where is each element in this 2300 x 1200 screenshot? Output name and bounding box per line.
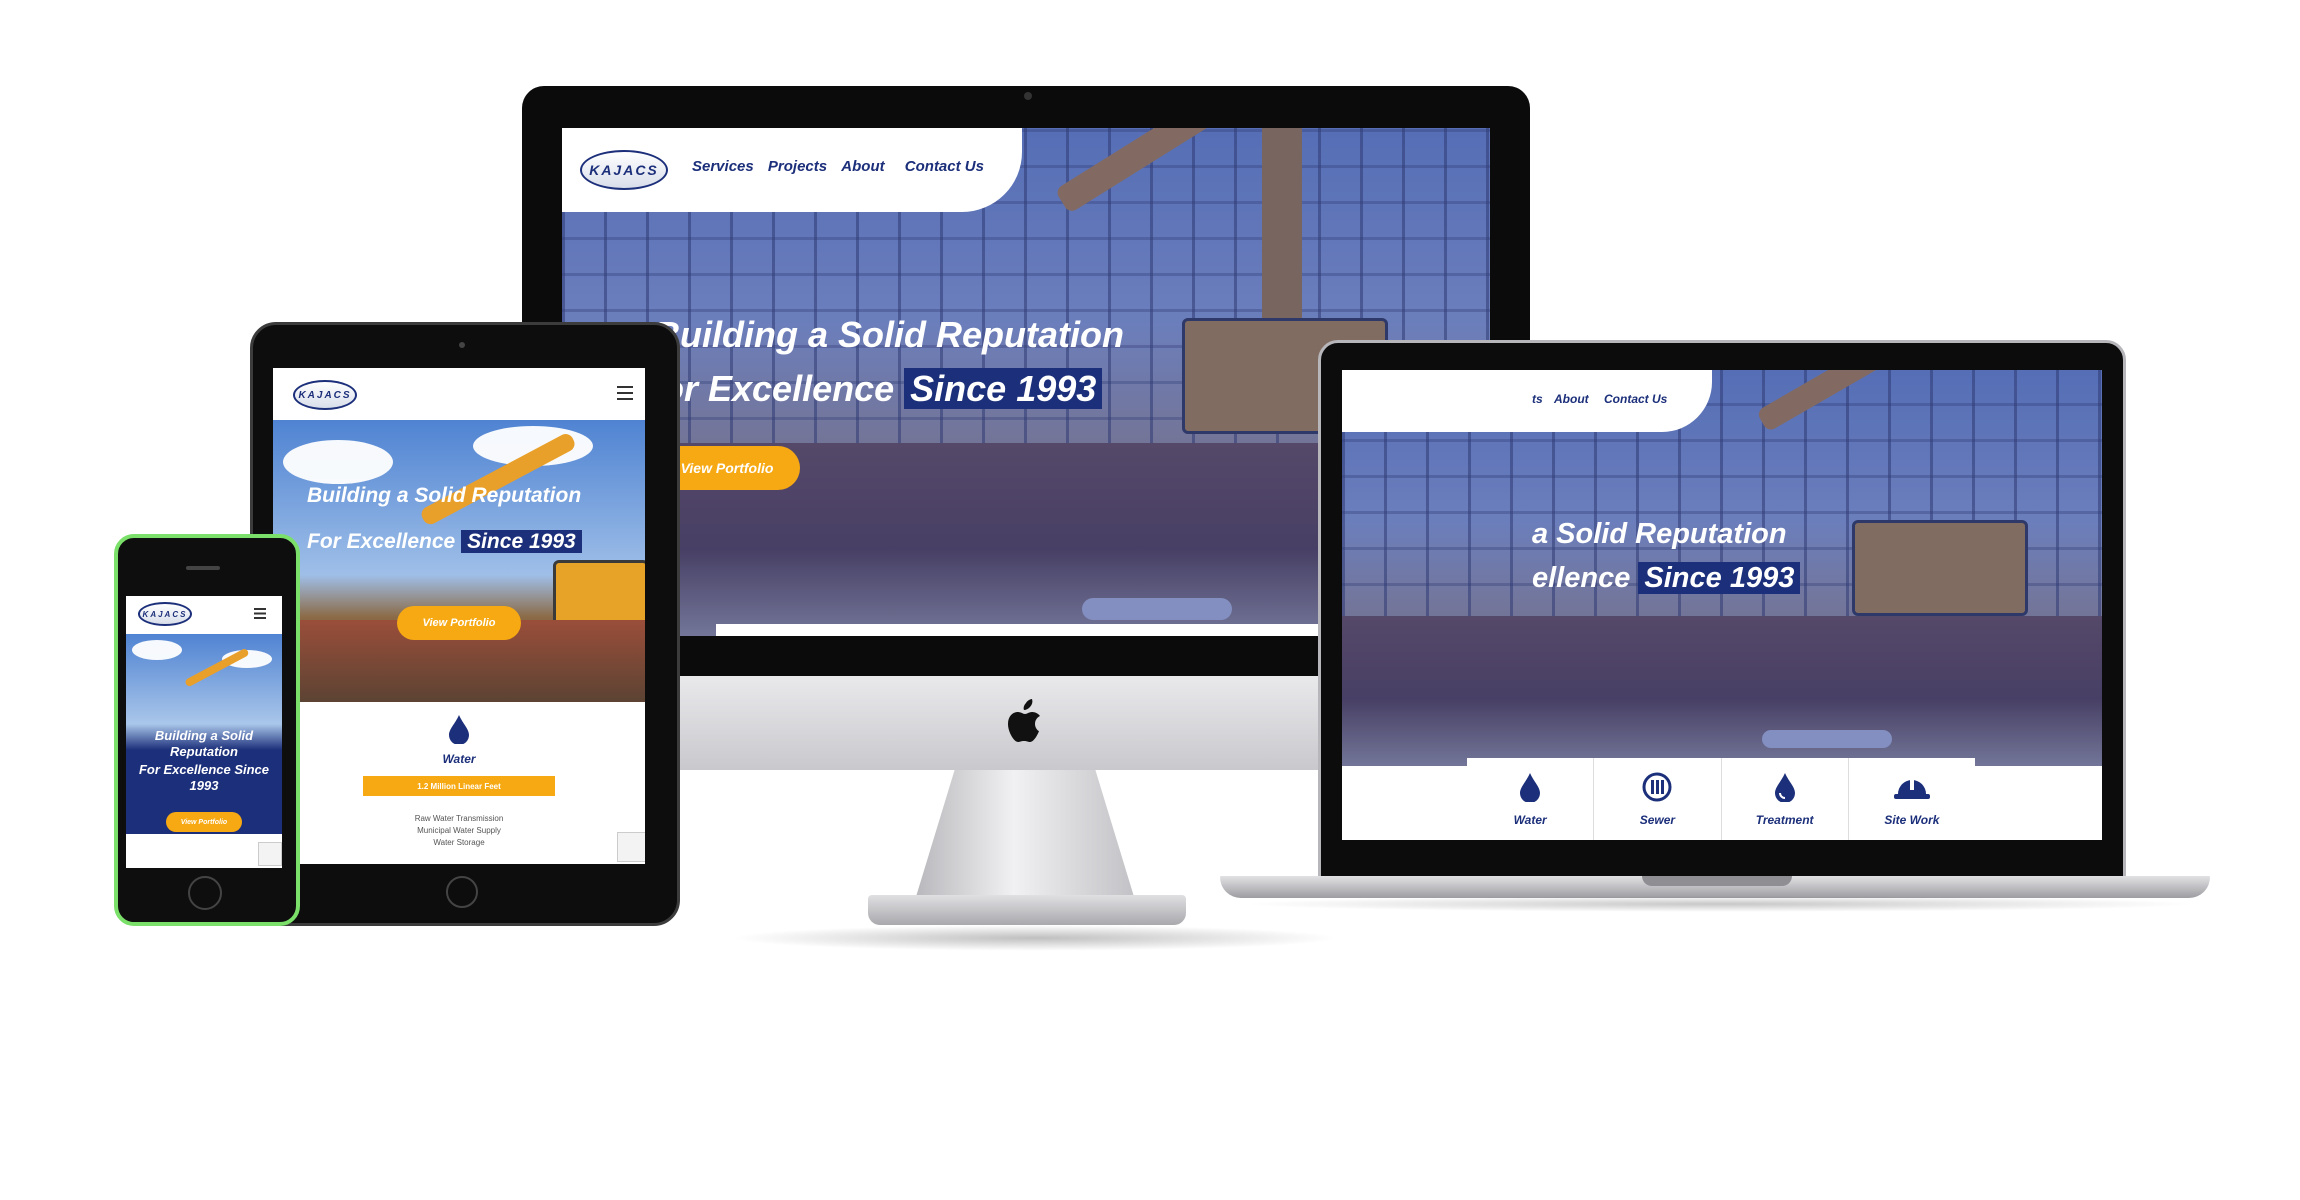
tablet-section-badge: 1.2 Million Linear Feet (363, 776, 555, 796)
tablet-hero-line2: For Excellence Since 1993 (307, 530, 582, 554)
laptop-services-row: Water Sewer Treatment Site Work (1467, 758, 1975, 840)
desktop-nav: Services Projects About Contact Us (692, 158, 984, 175)
service-label-site-work: Site Work (1884, 812, 1940, 827)
tablet-hero-highlight: Since 1993 (461, 530, 582, 553)
treatment-drop-icon (1773, 772, 1797, 807)
service-label-water: Water (1513, 812, 1547, 827)
phone-hero: Building a Solid Reputation For Excellen… (126, 634, 282, 834)
tablet-home-button[interactable] (446, 876, 478, 908)
service-card-site-work[interactable]: Site Work (1849, 758, 1975, 840)
desktop-content-strip (716, 624, 1340, 636)
nav-services-link[interactable]: Services (692, 158, 754, 175)
tablet-screen: KAJACS Building a Solid Reputation For E… (273, 368, 645, 864)
nav-projects-link[interactable]: Projects (768, 158, 827, 175)
laptop-hero-line2-a: ellence (1532, 562, 1631, 594)
laptop-nav: ts About Contact Us (1532, 392, 1667, 406)
laptop-hero: ts About Contact Us a Solid Reputation e… (1342, 370, 2102, 766)
laptop-shadow (1240, 896, 2200, 912)
laptop-hero-line1: a Solid Reputation (1532, 518, 1787, 550)
phone-hamburger-menu-icon[interactable] (254, 606, 266, 619)
laptop-hero-highlight: Since 1993 (1638, 562, 1801, 594)
laptop-nav-projects-partial[interactable]: ts (1532, 392, 1543, 406)
imac-camera (1024, 92, 1032, 100)
recaptcha-badge-icon[interactable] (617, 832, 645, 862)
hard-hat-icon (1892, 772, 1932, 807)
laptop-screen: ts About Contact Us a Solid Reputation e… (1342, 370, 2102, 840)
desktop-logo[interactable]: KAJACS (580, 150, 668, 190)
service-card-treatment[interactable]: Treatment (1722, 758, 1849, 840)
service-card-sewer[interactable]: Sewer (1594, 758, 1722, 840)
imac-stand (915, 770, 1135, 900)
service-card-water[interactable]: Water (1467, 758, 1595, 840)
laptop-hero-line2: ellence Since 1993 (1532, 562, 1801, 595)
nav-about-link[interactable]: About (841, 158, 884, 175)
imac-shadow (730, 925, 1340, 951)
tablet-section-title: Water (442, 752, 476, 766)
tablet-logo[interactable]: KAJACS (293, 380, 357, 410)
phone-home-button[interactable] (188, 876, 222, 910)
phone-view-portfolio-button[interactable]: View Portfolio (166, 812, 242, 832)
water-drop-icon (1518, 772, 1542, 807)
phone-speaker (186, 566, 220, 570)
phone-hero-line1: Building a Solid Reputation (154, 728, 254, 759)
desktop-hero-line2-a: or Excellence (662, 368, 895, 409)
tablet-section-item-2: Municipal Water Supply (417, 826, 501, 835)
nav-contact-link[interactable]: Contact Us (905, 158, 984, 175)
laptop-nav-about-link[interactable]: About (1554, 392, 1589, 406)
tablet-view-portfolio-button[interactable]: View Portfolio (397, 606, 521, 640)
tablet-camera (459, 342, 465, 348)
desktop-hero-line2: or Excellence Since 1993 (662, 368, 1103, 410)
laptop-notch (1642, 876, 1792, 886)
tablet-hero-line2-a: For Excellence (307, 530, 456, 553)
phone-recaptcha-badge-icon[interactable] (258, 842, 282, 866)
apple-logo-icon (1005, 698, 1047, 746)
hamburger-menu-icon[interactable] (617, 386, 633, 400)
imac-stand-base (868, 895, 1186, 925)
service-label-treatment: Treatment (1755, 812, 1814, 827)
tablet-section-item-3: Water Storage (433, 838, 485, 847)
sewer-grate-icon (1642, 772, 1672, 807)
laptop-nav-contact-link[interactable]: Contact Us (1604, 392, 1667, 406)
phone-screen: KAJACS Building a Solid Reputation For E… (126, 596, 282, 868)
phone-logo[interactable]: KAJACS (138, 602, 192, 626)
service-label-sewer: Sewer (1639, 812, 1676, 827)
phone-hero-line2: For Excellence Since 1993 (138, 762, 270, 793)
tablet-hero-line1: Building a Solid Reputation (307, 484, 582, 507)
tablet-water-icon (447, 714, 471, 749)
desktop-hero-highlight: Since 1993 (904, 368, 1103, 409)
tablet-hero: Building a Solid Reputation For Excellen… (273, 420, 645, 702)
desktop-hero-line1: Building a Solid Reputation (654, 314, 1124, 355)
tablet-section-item-1: Raw Water Transmission (414, 814, 504, 823)
